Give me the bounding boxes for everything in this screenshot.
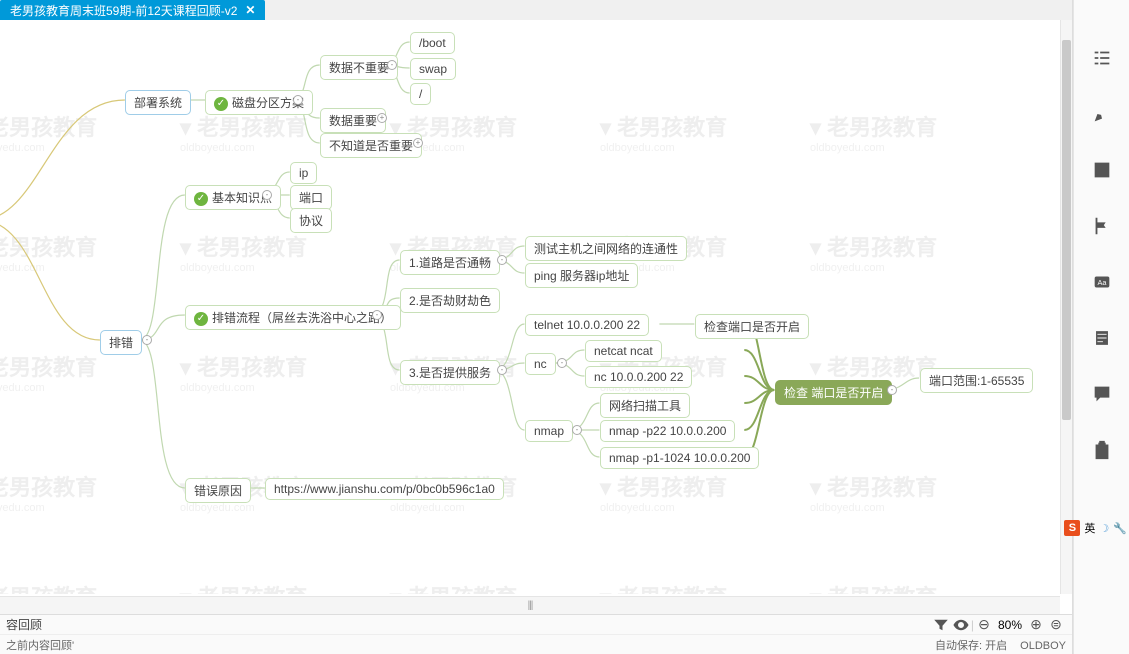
node-checkopen[interactable]: 检查 端口是否开启 (775, 380, 892, 405)
node-url[interactable]: https://www.jianshu.com/p/0bc0b596c1a0 (265, 478, 504, 500)
status-bar: 之前内容回顾' 自动保存: 开启 OLDBOY (0, 634, 1072, 654)
collapse-toggle[interactable]: - (387, 60, 397, 70)
filter-icon[interactable] (932, 616, 950, 634)
node-telnet[interactable]: telnet 10.0.0.200 22 (525, 314, 649, 336)
node-boot[interactable]: /boot (410, 32, 455, 54)
wrench-icon[interactable]: 🔧 (1113, 522, 1127, 535)
node-telnet-result[interactable]: 检查端口是否开启 (695, 314, 809, 339)
watermark: ▾ 老男孩教育oldboyedu.com (0, 470, 97, 514)
node-important[interactable]: 数据重要 (320, 108, 386, 133)
watermark: ▾ 老男孩教育oldboyedu.com (810, 580, 937, 594)
tab-bar: 老男孩教育周末班59期-前12天课程回顾-v2 ✕ (0, 0, 1072, 20)
node-nc[interactable]: nc (525, 353, 556, 375)
check-icon: ✓ (194, 192, 208, 206)
mindmap-canvas[interactable]: ▾ 老男孩教育oldboyedu.com ▾ 老男孩教育oldboyedu.com… (0, 20, 1060, 594)
node-portrange[interactable]: 端口范围:1-65535 (920, 368, 1033, 393)
node-port[interactable]: 端口 (290, 185, 332, 210)
watermark: ▾ 老男孩教育oldboyedu.com (180, 110, 307, 154)
node-paicuo[interactable]: 排错 (100, 330, 142, 355)
bottom-toolbar: 容回顾 | ⊖ 80% ⊕ ⊜ (0, 614, 1072, 634)
note-icon[interactable] (1086, 322, 1118, 354)
node-road3[interactable]: 3.是否提供服务 (400, 360, 500, 385)
watermark: ▾ 老男孩教育oldboyedu.com (390, 580, 517, 594)
user-name: OLDBOY (1020, 640, 1066, 652)
watermark: ▾ 老男孩教育oldboyedu.com (600, 580, 727, 594)
collapse-toggle[interactable]: + (377, 113, 387, 123)
ime-indicator[interactable]: S 英 ☽ 🔧 (1064, 520, 1127, 536)
node-slash[interactable]: / (410, 83, 431, 105)
zoom-in-button[interactable]: ⊕ (1027, 616, 1045, 634)
flag-icon[interactable] (1086, 210, 1118, 242)
node-r1a[interactable]: 测试主机之间网络的连通性 (525, 236, 687, 261)
autosave-status: 自动保存: 开启 (935, 640, 1007, 652)
watermark: ▾ 老男孩教育oldboyedu.com (180, 580, 307, 594)
clipboard-icon[interactable] (1086, 434, 1118, 466)
node-flow[interactable]: ✓排错流程（屌丝去洗浴中心之路） (185, 305, 401, 330)
watermark: ▾ 老男孩教育oldboyedu.com (0, 350, 97, 394)
collapse-toggle[interactable]: - (142, 335, 152, 345)
watermark: ▾ 老男孩教育oldboyedu.com (810, 470, 937, 514)
collapse-toggle[interactable]: - (497, 255, 507, 265)
node-swap[interactable]: swap (410, 58, 456, 80)
collapse-toggle[interactable]: - (293, 95, 303, 105)
ime-lang: 英 (1084, 520, 1095, 536)
check-icon: ✓ (214, 97, 228, 111)
watermark: ▾ 老男孩教育oldboyedu.com (810, 110, 937, 154)
eye-icon[interactable] (952, 616, 970, 634)
fit-button[interactable]: ⊜ (1047, 616, 1065, 634)
node-nmap2[interactable]: nmap -p1-1024 10.0.0.200 (600, 447, 759, 469)
node-proto[interactable]: 协议 (290, 208, 332, 233)
collapse-toggle[interactable]: - (572, 425, 582, 435)
tab-title: 老男孩教育周末班59期-前12天课程回顾-v2 (10, 2, 237, 19)
image-icon[interactable] (1086, 154, 1118, 186)
text-icon[interactable]: Aa (1086, 266, 1118, 298)
zoom-level: 80% (998, 618, 1022, 632)
node-road1[interactable]: 1.道路是否通畅 (400, 250, 500, 275)
collapse-toggle[interactable]: - (262, 190, 272, 200)
scrollbar-thumb[interactable] (1062, 40, 1071, 420)
right-rail: Aa (1073, 0, 1129, 654)
check-icon: ✓ (194, 312, 208, 326)
document-tab[interactable]: 老男孩教育周末班59期-前12天课程回顾-v2 ✕ (0, 0, 265, 20)
outline-icon[interactable] (1086, 42, 1118, 74)
close-icon[interactable]: ✕ (245, 3, 255, 17)
watermark: ▾ 老男孩教育oldboyedu.com (0, 580, 97, 594)
node-nmap[interactable]: nmap (525, 420, 573, 442)
watermark: ▾ 老男孩教育oldboyedu.com (180, 350, 307, 394)
svg-text:Aa: Aa (1097, 278, 1107, 287)
node-nc1[interactable]: netcat ncat (585, 340, 662, 362)
node-deploy[interactable]: 部署系统 (125, 90, 191, 115)
node-nc2[interactable]: nc 10.0.0.200 22 (585, 366, 692, 388)
watermark: ▾ 老男孩教育oldboyedu.com (0, 110, 97, 154)
watermark: ▾ 老男孩教育oldboyedu.com (0, 230, 97, 274)
collapse-toggle[interactable]: - (497, 365, 507, 375)
zoom-out-button[interactable]: ⊖ (975, 616, 993, 634)
sogou-icon: S (1064, 520, 1080, 536)
watermark: ▾ 老男孩教育oldboyedu.com (810, 230, 937, 274)
scroll-grip-icon: ||| (528, 600, 533, 611)
status-left: 之前内容回顾' (6, 637, 925, 653)
watermark: ▾ 老男孩教育oldboyedu.com (180, 230, 307, 274)
horizontal-scrollbar[interactable]: ||| (0, 596, 1060, 614)
node-nmap1[interactable]: nmap -p22 10.0.0.200 (600, 420, 735, 442)
node-reason[interactable]: 错误原因 (185, 478, 251, 503)
breadcrumb: 容回顾 (6, 616, 931, 633)
moon-icon[interactable]: ☽ (1099, 522, 1109, 535)
collapse-toggle[interactable]: - (887, 385, 897, 395)
collapse-toggle[interactable]: + (413, 138, 423, 148)
node-road2[interactable]: 2.是否劫财劫色 (400, 288, 500, 313)
node-ip[interactable]: ip (290, 162, 317, 184)
node-dontknow[interactable]: 不知道是否重要 (320, 133, 422, 158)
node-nmap0[interactable]: 网络扫描工具 (600, 393, 690, 418)
vertical-scrollbar[interactable] (1060, 20, 1072, 594)
brush-icon[interactable] (1086, 98, 1118, 130)
node-notimportant[interactable]: 数据不重要 (320, 55, 398, 80)
collapse-toggle[interactable]: - (372, 310, 382, 320)
watermark: ▾ 老男孩教育oldboyedu.com (600, 110, 727, 154)
comment-icon[interactable] (1086, 378, 1118, 410)
watermark: ▾ 老男孩教育oldboyedu.com (600, 470, 727, 514)
node-r1b[interactable]: ping 服务器ip地址 (525, 263, 638, 288)
collapse-toggle[interactable]: - (557, 358, 567, 368)
